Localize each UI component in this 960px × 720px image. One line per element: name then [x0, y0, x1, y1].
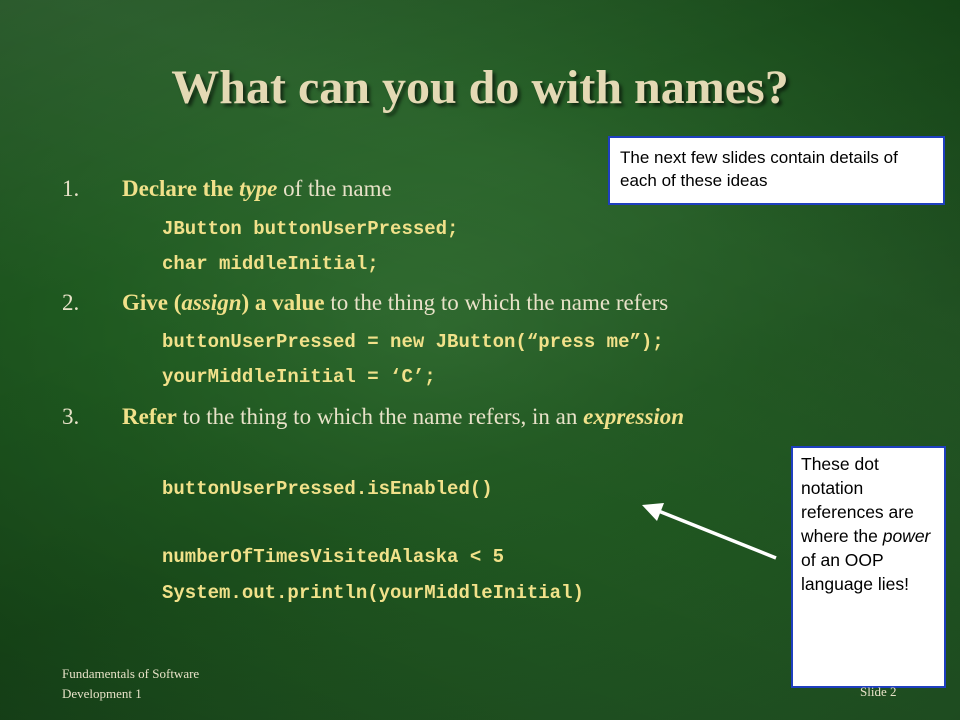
slide-number: Slide 2: [860, 684, 897, 699]
arrow-shaft: [655, 508, 777, 560]
footer-line: Fundamentals of Software: [62, 666, 200, 681]
footer-line: Development 1: [62, 686, 142, 701]
footer-course: Fundamentals of Software Development 1: [62, 664, 199, 704]
arrow-icon: [642, 503, 777, 560]
